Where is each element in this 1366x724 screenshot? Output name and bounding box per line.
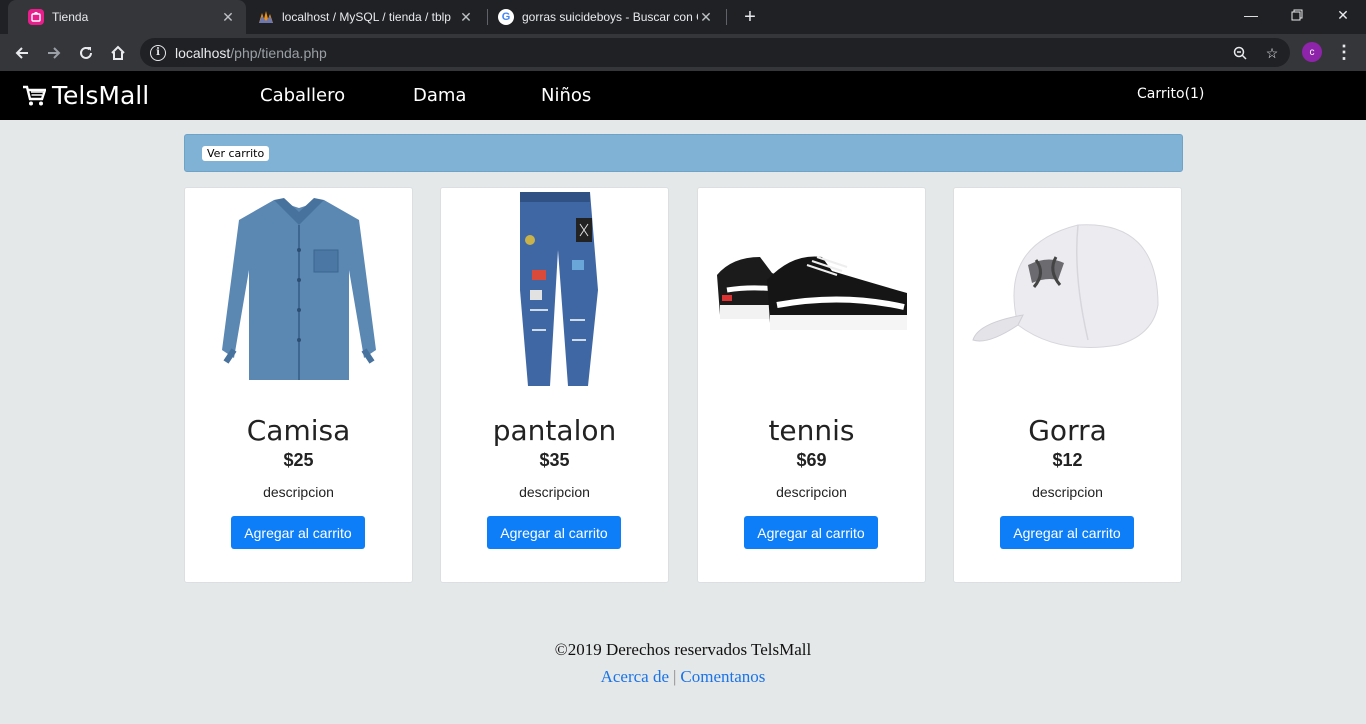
tab-tienda[interactable]: Tienda ✕ xyxy=(8,0,246,34)
close-icon[interactable]: ✕ xyxy=(458,9,474,25)
product-title: pantalon xyxy=(492,414,617,447)
close-window-icon[interactable]: ✕ xyxy=(1320,0,1366,30)
close-icon[interactable]: ✕ xyxy=(220,9,236,25)
tab-divider xyxy=(726,9,727,25)
shopping-cart-icon xyxy=(23,85,46,105)
brand-name: TelsMall xyxy=(52,81,150,110)
denim-shirt-image xyxy=(185,188,412,391)
product-description: descripcion xyxy=(263,484,334,500)
info-icon[interactable]: i xyxy=(150,44,166,61)
zoom-icon[interactable] xyxy=(1230,43,1250,63)
browser-tab-strip: Tienda ✕ localhost / MySQL / tienda / tb… xyxy=(0,0,1366,34)
add-to-cart-button[interactable]: Agregar al carrito xyxy=(744,516,878,549)
product-card-gorra: Gorra $12 descripcion Agregar al carrito xyxy=(953,187,1182,583)
add-to-cart-button[interactable]: Agregar al carrito xyxy=(487,516,621,549)
nav-link-dama[interactable]: Dama xyxy=(413,85,466,106)
nav-cart-link[interactable]: Carrito(1) xyxy=(1137,86,1204,102)
product-price: $69 xyxy=(796,450,827,470)
restore-icon[interactable] xyxy=(1274,0,1320,30)
product-title: tennis xyxy=(768,414,855,447)
footer-copyright: ©2019 Derechos reservados TelsMall xyxy=(554,640,812,659)
tienda-favicon-icon xyxy=(28,9,44,25)
phpmyadmin-favicon-icon xyxy=(258,9,274,25)
tab-title: localhost / MySQL / tienda / tblp xyxy=(282,10,451,24)
url-text[interactable]: localhost/php/tienda.php xyxy=(175,45,327,61)
product-price: $25 xyxy=(283,450,314,470)
white-cap-image xyxy=(954,188,1181,391)
browser-toolbar: i localhost/php/tienda.php ☆ c ⋮ xyxy=(0,34,1366,71)
ver-carrito-button[interactable]: Ver carrito xyxy=(202,146,270,161)
product-title: Gorra xyxy=(1028,414,1107,447)
nav-link-caballero[interactable]: Caballero xyxy=(260,85,345,106)
comments-link[interactable]: Comentanos xyxy=(680,667,765,686)
product-card-pantalon: pantalon $35 descripcion Agregar al carr… xyxy=(440,187,669,583)
product-title: Camisa xyxy=(246,414,351,447)
nav-link-ninos[interactable]: Niños xyxy=(541,85,591,106)
about-link[interactable]: Acerca de xyxy=(601,667,669,686)
tab-title: gorras suicideboys - Buscar con G xyxy=(522,10,698,24)
address-bar[interactable]: i localhost/php/tienda.php ☆ xyxy=(140,38,1290,67)
add-to-cart-button[interactable]: Agregar al carrito xyxy=(231,516,365,549)
tab-title: Tienda xyxy=(52,10,89,24)
forward-arrow-icon[interactable] xyxy=(40,39,68,67)
product-card-camisa: Camisa $25 descripcion Agregar al carrit… xyxy=(184,187,413,583)
product-description: descripcion xyxy=(776,484,847,500)
minimize-icon[interactable]: — xyxy=(1228,0,1274,30)
new-tab-button[interactable]: + xyxy=(738,5,762,29)
footer-links: Acerca de | Comentanos xyxy=(0,667,1366,687)
back-arrow-icon[interactable] xyxy=(8,39,36,67)
add-to-cart-button[interactable]: Agregar al carrito xyxy=(1000,516,1134,549)
reload-icon[interactable] xyxy=(72,39,100,67)
home-icon[interactable] xyxy=(104,39,132,67)
tab-phpmyadmin[interactable]: localhost / MySQL / tienda / tblp ✕ xyxy=(248,0,484,34)
google-favicon-icon: G xyxy=(498,9,514,25)
product-price: $35 xyxy=(539,450,570,470)
tab-google[interactable]: G gorras suicideboys - Buscar con G ✕ xyxy=(488,0,724,34)
product-price: $12 xyxy=(1052,450,1083,470)
product-description: descripcion xyxy=(1032,484,1103,500)
bookmark-star-icon[interactable]: ☆ xyxy=(1262,43,1282,63)
cart-alert-bar: Ver carrito xyxy=(184,134,1183,172)
product-card-tennis: tennis $69 descripcion Agregar al carrit… xyxy=(697,187,926,583)
site-navbar: TelsMall Caballero Dama Niños Carrito(1) xyxy=(0,71,1366,120)
footer-separator: | xyxy=(673,667,677,686)
menu-dots-icon[interactable]: ⋮ xyxy=(1334,39,1354,65)
brand-logo[interactable]: TelsMall xyxy=(22,81,149,110)
ripped-jeans-image xyxy=(441,188,668,391)
profile-avatar[interactable]: c xyxy=(1302,42,1322,62)
product-description: descripcion xyxy=(519,484,590,500)
sneakers-image xyxy=(698,188,925,391)
close-icon[interactable]: ✕ xyxy=(698,9,714,25)
